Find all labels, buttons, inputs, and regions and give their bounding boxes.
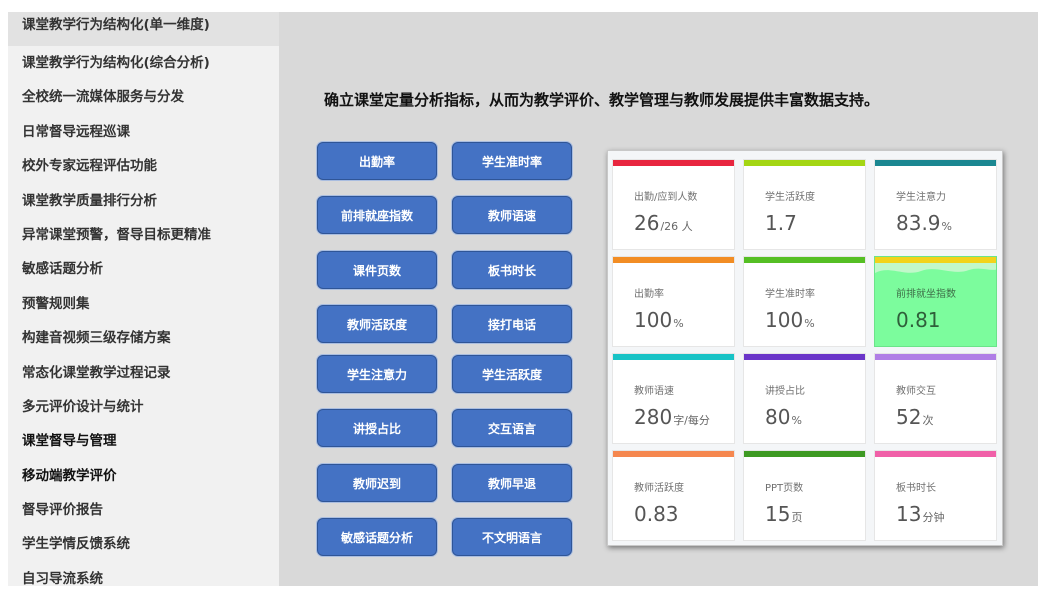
metric-button-punctuality[interactable]: 学生准时率	[452, 142, 572, 180]
card-label: 教师活跃度	[634, 483, 684, 494]
metric-button-board-time[interactable]: 板书时长	[452, 251, 572, 289]
metric-button-phone-call[interactable]: 接打电话	[452, 305, 572, 343]
sidebar-item-streaming-media[interactable]: 全校统一流媒体服务与分发	[8, 80, 279, 114]
card-unit: %	[673, 317, 684, 330]
card-color-bar	[875, 451, 996, 457]
card-label: 学生准时率	[765, 289, 815, 300]
metric-card-front-seat-index: 前排就坐指数 0.81	[874, 256, 997, 347]
card-color-bar	[613, 354, 734, 360]
sidebar-item-self-study[interactable]: 自习导流系统	[8, 562, 279, 586]
card-value: 13分钟	[896, 502, 945, 526]
sidebar-item-storage-plan[interactable]: 构建音视频三级存储方案	[8, 321, 279, 355]
card-color-bar	[875, 354, 996, 360]
card-label: 前排就坐指数	[896, 289, 956, 300]
metric-card-attendance-rate: 出勤率 100%	[612, 256, 735, 347]
sidebar-item-remote-inspection[interactable]: 日常督导远程巡课	[8, 115, 279, 149]
card-color-bar	[744, 451, 865, 457]
metric-button-lecture-ratio[interactable]: 讲授占比	[317, 409, 437, 447]
card-color-bar	[744, 354, 865, 360]
metric-button-student-activity[interactable]: 学生活跃度	[452, 355, 572, 393]
sidebar-item-mobile-evaluation[interactable]: 移动端教学评价	[8, 459, 279, 493]
metric-card-ppt-pages: PPT页数 15页	[743, 450, 866, 541]
card-label: 板书时长	[896, 483, 936, 494]
card-unit: %	[791, 414, 802, 427]
sidebar-item-sensitive-topic[interactable]: 敏感话题分析	[8, 252, 279, 286]
card-unit: 字/每分	[673, 414, 710, 427]
metric-card-speech-rate: 教师语速 280字/每分	[612, 353, 735, 444]
card-value: 83.9%	[896, 211, 952, 235]
sidebar-item-warning-rules[interactable]: 预警规则集	[8, 287, 279, 321]
card-color-bar	[875, 160, 996, 166]
card-unit: %	[804, 317, 815, 330]
metric-button-slide-count[interactable]: 课件页数	[317, 251, 437, 289]
metrics-dashboard: 出勤/应到人数 26/26 人 学生活跃度 1.7 学生注意力 83.9% 出勤…	[607, 150, 1003, 546]
metric-button-teacher-activity[interactable]: 教师活跃度	[317, 305, 437, 343]
main-panel: 确立课堂定量分析指标，从而为教学评价、教学管理与教师发展提供丰富数据支持。 出勤…	[279, 12, 1038, 586]
page-headline: 确立课堂定量分析指标，从而为教学评价、教学管理与教师发展提供丰富数据支持。	[324, 91, 880, 109]
wave-decoration	[875, 263, 996, 273]
card-value: 100%	[765, 308, 815, 332]
card-label: 教师交互	[896, 386, 936, 397]
metric-button-teacher-late[interactable]: 教师迟到	[317, 464, 437, 502]
metric-button-speech-rate[interactable]: 教师语速	[452, 196, 572, 234]
card-color-bar	[744, 257, 865, 263]
metric-card-student-activity: 学生活跃度 1.7	[743, 159, 866, 250]
metric-button-front-seat[interactable]: 前排就座指数	[317, 196, 437, 234]
metric-button-uncivil-language[interactable]: 不文明语言	[452, 518, 572, 556]
metric-card-lecture-ratio: 讲授占比 80%	[743, 353, 866, 444]
card-label: 讲授占比	[765, 386, 805, 397]
card-value: 26/26 人	[634, 211, 693, 235]
card-label: 出勤率	[634, 289, 664, 300]
sidebar-item-multi-evaluation[interactable]: 多元评价设计与统计	[8, 390, 279, 424]
metric-button-teacher-early-leave[interactable]: 教师早退	[452, 464, 572, 502]
card-value: 280字/每分	[634, 405, 710, 429]
metric-button-student-attention[interactable]: 学生注意力	[317, 355, 437, 393]
metric-button-attendance[interactable]: 出勤率	[317, 142, 437, 180]
sidebar-item-student-feedback[interactable]: 学生学情反馈系统	[8, 527, 279, 561]
metric-card-teacher-interaction: 教师交互 52次	[874, 353, 997, 444]
card-label: PPT页数	[765, 483, 804, 494]
sidebar-item-abnormal-warning[interactable]: 异常课堂预警，督导目标更精准	[8, 218, 279, 252]
card-unit: 页	[791, 511, 803, 524]
card-color-bar	[613, 160, 734, 166]
card-color-bar	[613, 257, 734, 263]
card-value: 52次	[896, 405, 934, 429]
card-unit: %	[941, 220, 952, 233]
sidebar-item-behavior-comprehensive[interactable]: 课堂教学行为结构化(综合分析)	[8, 46, 279, 80]
card-value: 15页	[765, 502, 803, 526]
sidebar-item-quality-ranking[interactable]: 课堂教学质量排行分析	[8, 184, 279, 218]
sidebar-item-process-record[interactable]: 常态化课堂教学过程记录	[8, 356, 279, 390]
metric-button-sensitive-topic[interactable]: 敏感话题分析	[317, 518, 437, 556]
card-label: 学生注意力	[896, 192, 946, 203]
metric-button-interaction-language[interactable]: 交互语言	[452, 409, 572, 447]
card-unit: 分钟	[922, 511, 945, 524]
card-unit: /26 人	[660, 220, 693, 233]
metric-card-board-time: 板书时长 13分钟	[874, 450, 997, 541]
card-value: 0.81	[896, 308, 941, 332]
sidebar-item-supervision-report[interactable]: 督导评价报告	[8, 493, 279, 527]
metric-card-student-attention: 学生注意力 83.9%	[874, 159, 997, 250]
metric-card-punctuality-rate: 学生准时率 100%	[743, 256, 866, 347]
card-unit: 次	[922, 414, 934, 427]
card-color-bar	[613, 451, 734, 457]
card-label: 出勤/应到人数	[634, 192, 698, 203]
card-value: 100%	[634, 308, 684, 332]
card-value: 1.7	[765, 211, 797, 235]
sidebar-item-expert-evaluation[interactable]: 校外专家远程评估功能	[8, 149, 279, 183]
card-label: 教师语速	[634, 386, 674, 397]
metric-card-teacher-activity: 教师活跃度 0.83	[612, 450, 735, 541]
card-value: 0.83	[634, 502, 679, 526]
metric-card-attendance-count: 出勤/应到人数 26/26 人	[612, 159, 735, 250]
card-color-bar	[744, 160, 865, 166]
sidebar-item-supervision[interactable]: 课堂督导与管理	[8, 424, 279, 458]
sidebar-menu: 课堂教学行为结构化(单一维度) 课堂教学行为结构化(综合分析) 全校统一流媒体服…	[8, 12, 279, 586]
sidebar-item-behavior-single[interactable]: 课堂教学行为结构化(单一维度)	[8, 12, 279, 46]
card-value: 80%	[765, 405, 802, 429]
card-label: 学生活跃度	[765, 192, 815, 203]
